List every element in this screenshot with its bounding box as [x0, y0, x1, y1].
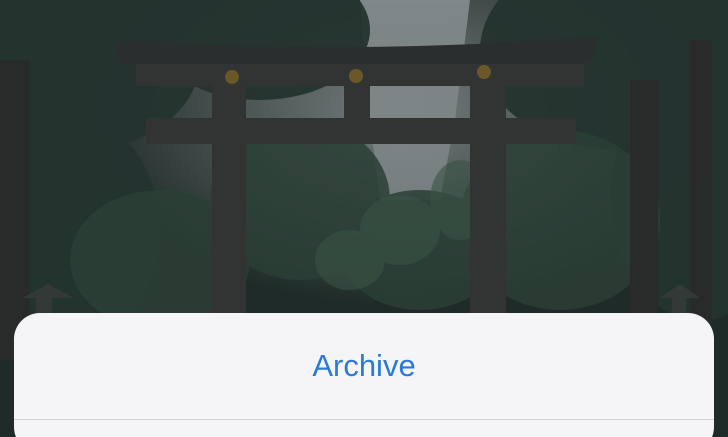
screen: Archive [0, 0, 728, 437]
action-sheet: Archive [14, 313, 714, 437]
divider [14, 419, 714, 420]
archive-button[interactable]: Archive [14, 313, 714, 419]
